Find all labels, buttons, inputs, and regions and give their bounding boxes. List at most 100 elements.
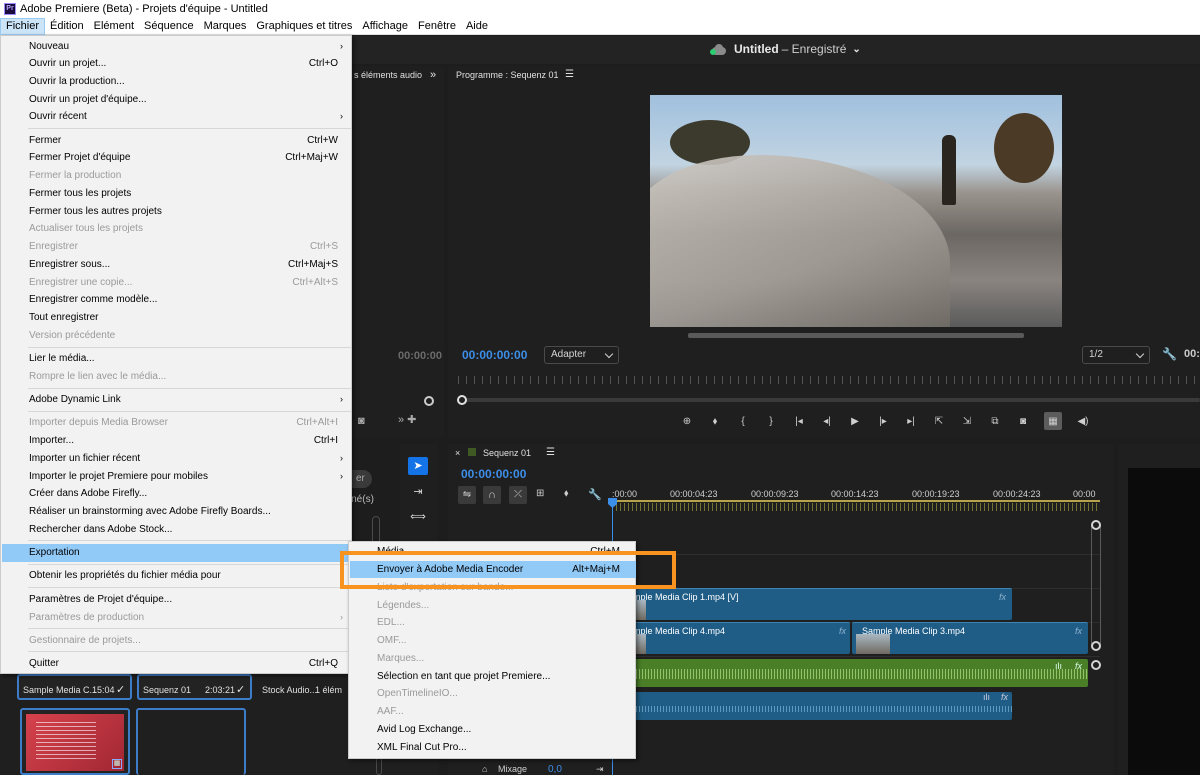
menu-sequence[interactable]: Séquence — [139, 18, 199, 35]
scroll-handle-top[interactable] — [1091, 520, 1101, 530]
panel-overflow-icon[interactable]: » — [430, 69, 436, 81]
camera-icon[interactable]: ◙ — [358, 415, 365, 427]
menu-aide[interactable]: Aide — [461, 18, 493, 35]
menu-item-ouvrir-projet-equipe[interactable]: Ouvrir un projet d'équipe... — [2, 91, 352, 108]
snap-magnet-icon[interactable]: ∩ — [483, 486, 501, 504]
audio-clip-a1[interactable]: ılı fx — [612, 659, 1088, 687]
add-marker-icon[interactable]: ⬧ — [708, 414, 722, 428]
menu-item-lier-media[interactable]: Lier le média... — [2, 350, 352, 367]
comparison-view-icon[interactable]: ⧉ — [988, 414, 1002, 428]
multicam-icon[interactable]: ▦ — [1044, 412, 1062, 430]
volume-icon[interactable]: ◀) — [1076, 414, 1090, 428]
program-video-frame[interactable] — [650, 95, 1062, 327]
export-item-premiere-project[interactable]: Sélection en tant que projet Premiere... — [350, 668, 636, 685]
monitor-playhead-handle[interactable] — [457, 395, 467, 405]
monitor-time-ruler[interactable] — [458, 376, 1200, 384]
ripple-edit-tool-icon[interactable]: ⟺ — [408, 508, 428, 526]
menu-fenetre[interactable]: Fenêtre — [413, 18, 461, 35]
lift-icon[interactable]: ⇱ — [932, 414, 946, 428]
monitor-scroll-bar[interactable] — [688, 333, 1024, 338]
audio-clip-a2[interactable]: ılı fx — [612, 692, 1012, 720]
menu-item-fermer-tous[interactable]: Fermer tous les projets — [2, 185, 352, 202]
menu-element[interactable]: Elément — [89, 18, 139, 35]
menu-item-parametres-projet-equipe[interactable]: Paramètres de Projet d'équipe... — [2, 591, 352, 608]
chevron-down-icon[interactable]: ⌄ — [852, 44, 860, 55]
panel-menu-icon[interactable]: ☰ — [565, 69, 574, 80]
menu-fichier[interactable]: Fichier — [0, 17, 46, 35]
menu-affichage[interactable]: Affichage — [357, 18, 413, 35]
add-edit-icon[interactable]: ⊞ — [536, 488, 544, 499]
fit-dropdown[interactable]: Adapter — [544, 346, 619, 364]
menu-item-ouvrir-production[interactable]: Ouvrir la production... — [2, 73, 352, 90]
go-to-out-icon[interactable]: ▸| — [904, 414, 918, 428]
step-forward-icon[interactable]: |▸ — [876, 414, 890, 428]
timeline-marker-icon[interactable]: ⬧ — [564, 488, 569, 499]
project-item-duration: 1 élém — [315, 685, 343, 695]
step-back-icon[interactable]: ◂| — [820, 414, 834, 428]
video-clip-v2[interactable]: Sample Media Clip 1.mp4 [V] fx — [612, 588, 1012, 620]
export-item-avid-log[interactable]: Avid Log Exchange... — [350, 721, 636, 738]
selection-tool-icon[interactable]: ➤ — [408, 457, 428, 475]
project-item-card[interactable] — [136, 708, 246, 775]
mark-in-icon[interactable]: { — [736, 414, 750, 428]
menu-item-importer-recent[interactable]: Importer un fichier récent › — [2, 450, 352, 467]
menu-item-ouvrir-projet[interactable]: Ouvrir un projet... Ctrl+O — [2, 55, 352, 72]
menu-marques[interactable]: Marques — [199, 18, 252, 35]
menu-item-proprietes-media[interactable]: Obtenir les propriétés du fichier média … — [2, 567, 352, 584]
timeline-title[interactable]: Sequenz 01 — [483, 448, 531, 458]
mark-out-icon[interactable]: } — [764, 414, 778, 428]
timeline-timecode[interactable]: 00:00:00:00 — [461, 467, 526, 481]
timeline-menu-icon[interactable]: ☰ — [546, 447, 555, 458]
mixage-lock-icon[interactable]: ⌂ — [482, 764, 487, 774]
menu-item-fermer[interactable]: Fermer Ctrl+W — [2, 132, 352, 149]
close-tab-icon[interactable]: × — [455, 448, 460, 458]
nest-icon[interactable]: ⇋ — [458, 486, 476, 504]
program-timecode[interactable]: 00:00:00:00 — [462, 348, 527, 362]
program-monitor-title[interactable]: Programme : Sequenz 01 — [456, 70, 559, 80]
menu-item-tout-enregistrer[interactable]: Tout enregistrer — [2, 309, 352, 326]
graphic-thumbnail[interactable]: ▦ — [20, 708, 130, 775]
export-item-xml-fcp[interactable]: XML Final Cut Pro... — [350, 739, 636, 756]
wrench-icon[interactable]: 🔧 — [1162, 347, 1177, 361]
menu-item-quitter[interactable]: Quitter Ctrl+Q — [2, 655, 352, 672]
timeline-ruler[interactable] — [612, 503, 1100, 511]
project-title[interactable]: Untitled – Enregistré ⌄ — [710, 42, 861, 56]
menu-item-adobe-stock[interactable]: Rechercher dans Adobe Stock... — [2, 521, 352, 538]
scroll-handle-bottom[interactable] — [1091, 641, 1101, 651]
menu-item-fermer-projet-equipe[interactable]: Fermer Projet d'équipe Ctrl+Maj+W — [2, 149, 352, 166]
menu-item-firefly[interactable]: Créer dans Adobe Firefly... — [2, 485, 352, 502]
track-select-tool-icon[interactable]: ⇥ — [408, 483, 428, 501]
menu-item-ouvrir-recent[interactable]: Ouvrir récent › — [2, 108, 352, 125]
timeline-settings-wrench-icon[interactable]: 🔧 — [588, 488, 602, 501]
menu-item-importer-mobile[interactable]: Importer le projet Premiere pour mobiles… — [2, 468, 352, 485]
audio-scroll-handle[interactable] — [1091, 660, 1101, 670]
resolution-dropdown[interactable]: 1/2 — [1082, 346, 1150, 364]
play-icon[interactable]: ▶ — [848, 414, 862, 428]
add-button-icon[interactable]: » ✚ — [398, 413, 416, 426]
menu-item-importer[interactable]: Importer... Ctrl+I — [2, 432, 352, 449]
go-to-in-icon[interactable]: |◂ — [792, 414, 806, 428]
menu-item-actualiser: Actualiser tous les projets — [29, 223, 143, 234]
mixage-jump-icon[interactable]: ⇥ — [596, 764, 604, 775]
insert-edit-icon[interactable]: ⊕ — [680, 414, 694, 428]
menu-item-dynamic-link[interactable]: Adobe Dynamic Link › — [2, 391, 352, 408]
monitor-playhead-track[interactable] — [458, 398, 1200, 402]
panel-tab-audio[interactable]: s éléments audio — [354, 70, 422, 80]
video-clip-v1a[interactable]: Sample Media Clip 4.mp4 fx — [612, 622, 850, 654]
menu-item-enregistrer-modele[interactable]: Enregistrer comme modèle... — [2, 291, 352, 308]
menu-item-enregistrer-sous[interactable]: Enregistrer sous... Ctrl+Maj+S — [2, 256, 352, 273]
menu-graphiques[interactable]: Graphiques et titres — [251, 18, 357, 35]
menu-item-fermer-autres[interactable]: Fermer tous les autres projets — [2, 203, 352, 220]
extract-icon[interactable]: ⇲ — [960, 414, 974, 428]
menu-item-nouveau[interactable]: Nouveau › — [2, 38, 352, 55]
export-frame-camera-icon[interactable]: ◙ — [1016, 414, 1030, 428]
video-clip-v1b[interactable]: Sample Media Clip 3.mp4 fx — [852, 622, 1088, 654]
scrub-handle[interactable] — [424, 396, 434, 406]
menu-item-firefly-boards[interactable]: Réaliser un brainstorming avec Adobe Fir… — [2, 503, 352, 520]
linked-selection-icon[interactable]: ⤫ — [509, 486, 527, 504]
menu-item-exportation[interactable]: Exportation › — [2, 544, 352, 562]
timeline-vertical-scrollbar[interactable] — [1091, 520, 1101, 650]
menu-edition[interactable]: Édition — [45, 18, 89, 35]
mixage-value[interactable]: 0,0 — [548, 764, 562, 775]
work-area-bar[interactable] — [612, 500, 1100, 502]
